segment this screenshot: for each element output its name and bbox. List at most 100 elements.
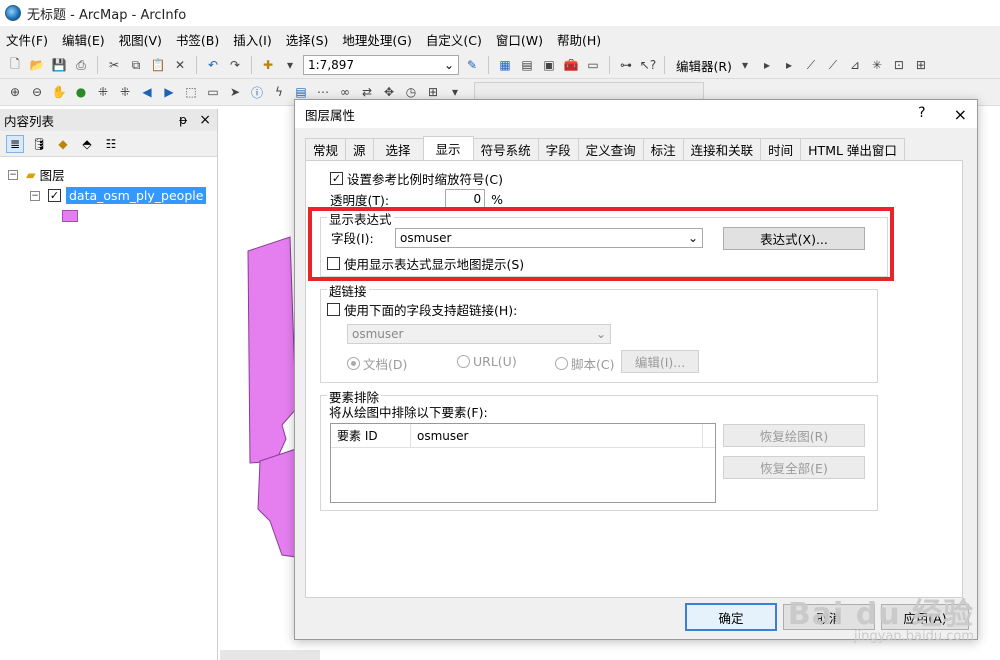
- tab-joins-relates[interactable]: 连接和关联: [682, 138, 762, 160]
- tab-html-popup[interactable]: HTML 弹出窗口: [800, 138, 905, 160]
- map-scale-combo[interactable]: 1:7,897 ⌄: [303, 55, 459, 75]
- catalog-icon[interactable]: ▤: [518, 56, 536, 74]
- pan-hand-icon[interactable]: ✋: [50, 83, 68, 101]
- new-document-icon[interactable]: 🗋: [6, 56, 24, 74]
- menu-geoprocessing[interactable]: 地理处理(G): [342, 30, 411, 49]
- identify-icon[interactable]: ⓘ: [248, 83, 266, 101]
- endpoint-arc-icon[interactable]: ⟋: [824, 56, 842, 74]
- collapse-icon[interactable]: −: [8, 169, 18, 180]
- open-folder-icon[interactable]: 📂: [28, 56, 46, 74]
- edit-vertices-icon[interactable]: ⊡: [890, 56, 908, 74]
- tab-general[interactable]: 常规: [305, 138, 347, 160]
- add-data-icon[interactable]: ✚: [259, 56, 277, 74]
- zoom-out-icon[interactable]: ⊖: [28, 83, 46, 101]
- list-by-drawing-order-icon[interactable]: ≣: [6, 134, 24, 153]
- pin-icon[interactable]: ᵽ: [179, 112, 187, 127]
- forward-arrow-icon[interactable]: ▶: [160, 83, 178, 101]
- ok-button[interactable]: 确定: [685, 603, 777, 631]
- restore-all-button[interactable]: 恢复全部(E): [723, 456, 865, 479]
- search-window-icon[interactable]: ▣: [540, 56, 558, 74]
- menu-help[interactable]: 帮助(H): [557, 30, 601, 49]
- arctoolbox-icon[interactable]: 🧰: [562, 56, 580, 74]
- tab-symbology[interactable]: 符号系统: [472, 138, 539, 160]
- fixed-zoom-out-icon[interactable]: ⁜: [116, 83, 134, 101]
- tab-source[interactable]: 源: [345, 138, 374, 160]
- dialog-title: 图层属性: [305, 107, 356, 123]
- menu-window[interactable]: 窗口(W): [496, 30, 543, 49]
- menu-view[interactable]: 视图(V): [119, 30, 162, 49]
- copy-icon[interactable]: ⧉: [127, 56, 145, 74]
- select-elements-icon[interactable]: ➤: [226, 83, 244, 101]
- layer-visibility-checkbox[interactable]: ✓: [48, 189, 61, 202]
- hyperlink-option-script: 脚本(C): [555, 354, 614, 373]
- list-by-visibility-icon[interactable]: ◆: [54, 135, 72, 153]
- transparency-row: 透明度(T): 0 %: [330, 189, 503, 209]
- menu-customize[interactable]: 自定义(C): [426, 30, 482, 49]
- use-field-checkbox[interactable]: [327, 303, 340, 316]
- help-button[interactable]: ?: [918, 105, 925, 124]
- paste-icon[interactable]: 📋: [149, 56, 167, 74]
- editor-menu[interactable]: 编辑器(R): [676, 56, 732, 75]
- delete-icon[interactable]: ✕: [171, 56, 189, 74]
- dropdown-arrow-icon[interactable]: ▾: [281, 56, 299, 74]
- layer-symbol-swatch[interactable]: [62, 210, 78, 222]
- model-builder-icon[interactable]: ⊶: [617, 56, 635, 74]
- edit-tool-icon[interactable]: ▸: [758, 56, 776, 74]
- url-radio[interactable]: [457, 355, 470, 368]
- tab-definition-query[interactable]: 定义查询: [577, 138, 644, 160]
- zoom-in-icon[interactable]: ⊕: [6, 83, 24, 101]
- dropdown-arrow-icon[interactable]: ▾: [736, 56, 754, 74]
- collapse-icon[interactable]: −: [30, 190, 40, 201]
- column-header-feature-id[interactable]: 要素 ID: [331, 424, 411, 447]
- tab-display[interactable]: 显示: [422, 136, 474, 160]
- layers-group-label[interactable]: 图层: [40, 165, 65, 184]
- redo-icon[interactable]: ↷: [226, 56, 244, 74]
- hyperlink-icon[interactable]: ϟ: [270, 83, 288, 101]
- select-features-icon[interactable]: ⬚: [182, 83, 200, 101]
- editor-toolbar-icon[interactable]: ✎: [463, 56, 481, 74]
- reshape-icon[interactable]: ⊞: [912, 56, 930, 74]
- fixed-zoom-in-icon[interactable]: ⁜: [94, 83, 112, 101]
- straight-segment-icon[interactable]: ⟋: [802, 56, 820, 74]
- full-extent-globe-icon[interactable]: ●: [72, 83, 90, 101]
- whats-this-icon[interactable]: ↖?: [639, 56, 657, 74]
- table-window-icon[interactable]: ▦: [496, 56, 514, 74]
- toc-title: 内容列表: [4, 113, 55, 129]
- back-arrow-icon[interactable]: ◀: [138, 83, 156, 101]
- menu-edit[interactable]: 编辑(E): [62, 30, 105, 49]
- script-radio[interactable]: [555, 357, 568, 370]
- clear-selection-icon[interactable]: ▭: [204, 83, 222, 101]
- hyperlink-edit-button[interactable]: 编辑(I)...: [621, 350, 699, 373]
- options-icon[interactable]: ☷: [102, 135, 120, 153]
- document-radio[interactable]: [347, 357, 360, 370]
- menu-selection[interactable]: 选择(S): [286, 30, 329, 49]
- edit-annotation-icon[interactable]: ▸: [780, 56, 798, 74]
- save-icon[interactable]: 💾: [50, 56, 68, 74]
- tab-selection[interactable]: 选择: [372, 138, 424, 160]
- list-by-source-icon[interactable]: 🛢: [30, 135, 48, 153]
- document-label: 文档(D): [363, 357, 408, 372]
- transparency-input[interactable]: 0: [445, 189, 486, 209]
- close-icon[interactable]: ×: [199, 112, 211, 128]
- close-button[interactable]: ×: [954, 105, 967, 124]
- print-icon[interactable]: ⎙: [72, 56, 90, 74]
- column-header-osmuser[interactable]: osmuser: [411, 424, 703, 447]
- tab-fields[interactable]: 字段: [537, 138, 579, 160]
- layer-name[interactable]: data_osm_ply_people: [66, 187, 207, 204]
- scale-symbols-checkbox[interactable]: ✓: [330, 172, 343, 185]
- menu-bookmarks[interactable]: 书签(B): [176, 30, 219, 49]
- excluded-features-table[interactable]: 要素 ID osmuser: [330, 423, 716, 503]
- tab-time[interactable]: 时间: [760, 138, 802, 160]
- python-window-icon[interactable]: ▭: [584, 56, 602, 74]
- menu-insert[interactable]: 插入(I): [233, 30, 271, 49]
- list-by-selection-icon[interactable]: ⬘: [78, 135, 96, 153]
- trace-icon[interactable]: ⊿: [846, 56, 864, 74]
- menu-file[interactable]: 文件(F): [6, 30, 48, 49]
- restore-drawing-button[interactable]: 恢复绘图(R): [723, 424, 865, 447]
- point-icon[interactable]: ✳: [868, 56, 886, 74]
- hyperlink-field-combo[interactable]: osmuser ⌄: [347, 324, 611, 344]
- tab-labels[interactable]: 标注: [642, 138, 684, 160]
- cut-icon[interactable]: ✂: [105, 56, 123, 74]
- transparency-label: 透明度(T):: [330, 192, 390, 208]
- undo-icon[interactable]: ↶: [204, 56, 222, 74]
